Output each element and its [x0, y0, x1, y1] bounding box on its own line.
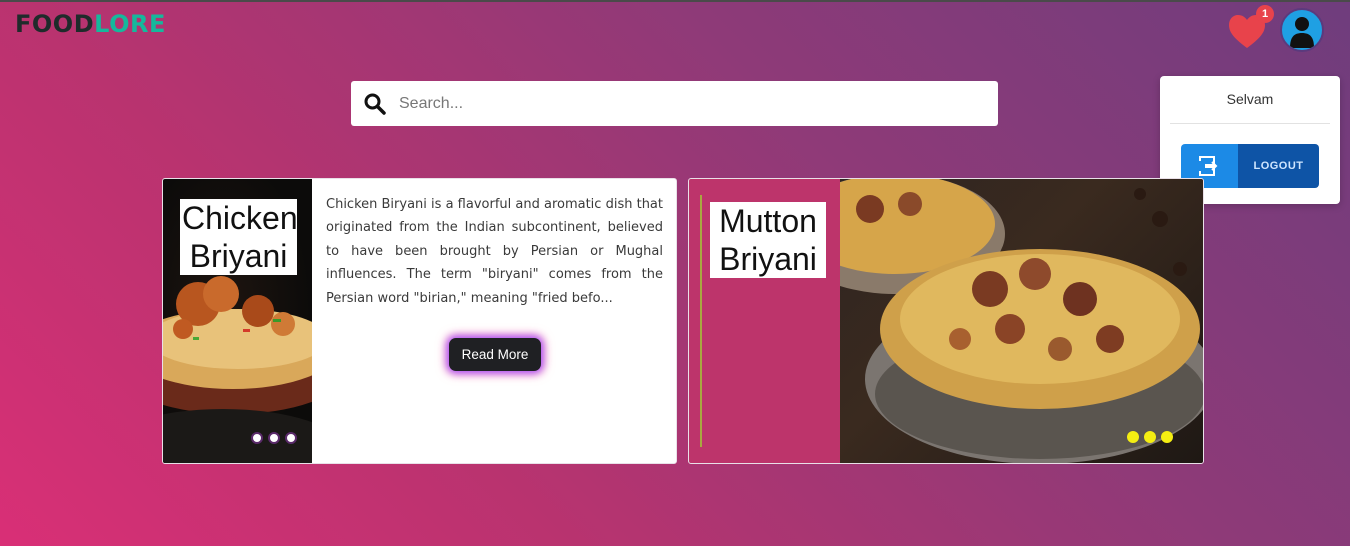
brand-logo-part1: FOOD: [15, 10, 95, 38]
card-title: Chicken Briyani: [180, 199, 298, 275]
read-more-button[interactable]: Read More: [449, 338, 541, 371]
dot[interactable]: [285, 432, 297, 444]
favorites-count-badge: 1: [1256, 5, 1274, 23]
mutton-biryani-image: [840, 179, 1203, 463]
brand-logo-part2: LORE: [94, 10, 166, 38]
card-description: Chicken Biryani is a flavorful and aroma…: [326, 197, 663, 306]
card-title: Mutton Briyani: [710, 202, 826, 278]
dot[interactable]: [1127, 431, 1139, 443]
card-dots[interactable]: [1127, 431, 1173, 443]
search-icon[interactable]: [363, 92, 387, 116]
search-bar: [351, 81, 998, 126]
brand-logo[interactable]: FOODLORE: [15, 10, 166, 38]
dot[interactable]: [1161, 431, 1173, 443]
user-avatar[interactable]: [1280, 8, 1324, 52]
logout-label: LOGOUT: [1238, 144, 1319, 188]
search-input[interactable]: [397, 93, 961, 114]
accent-line: [700, 195, 702, 447]
dot[interactable]: [268, 432, 280, 444]
dot[interactable]: [1144, 431, 1156, 443]
recipe-card-chicken-biryani: Chicken Briyani Chicken Biryani is a fla…: [162, 178, 677, 464]
dot[interactable]: [251, 432, 263, 444]
username-label: Selvam: [1226, 91, 1274, 107]
user-icon: [1290, 17, 1314, 48]
dropdown-divider: [1170, 123, 1330, 124]
card-dots[interactable]: [251, 432, 297, 444]
recipe-card-mutton-biryani: Mutton Briyani: [688, 178, 1204, 464]
